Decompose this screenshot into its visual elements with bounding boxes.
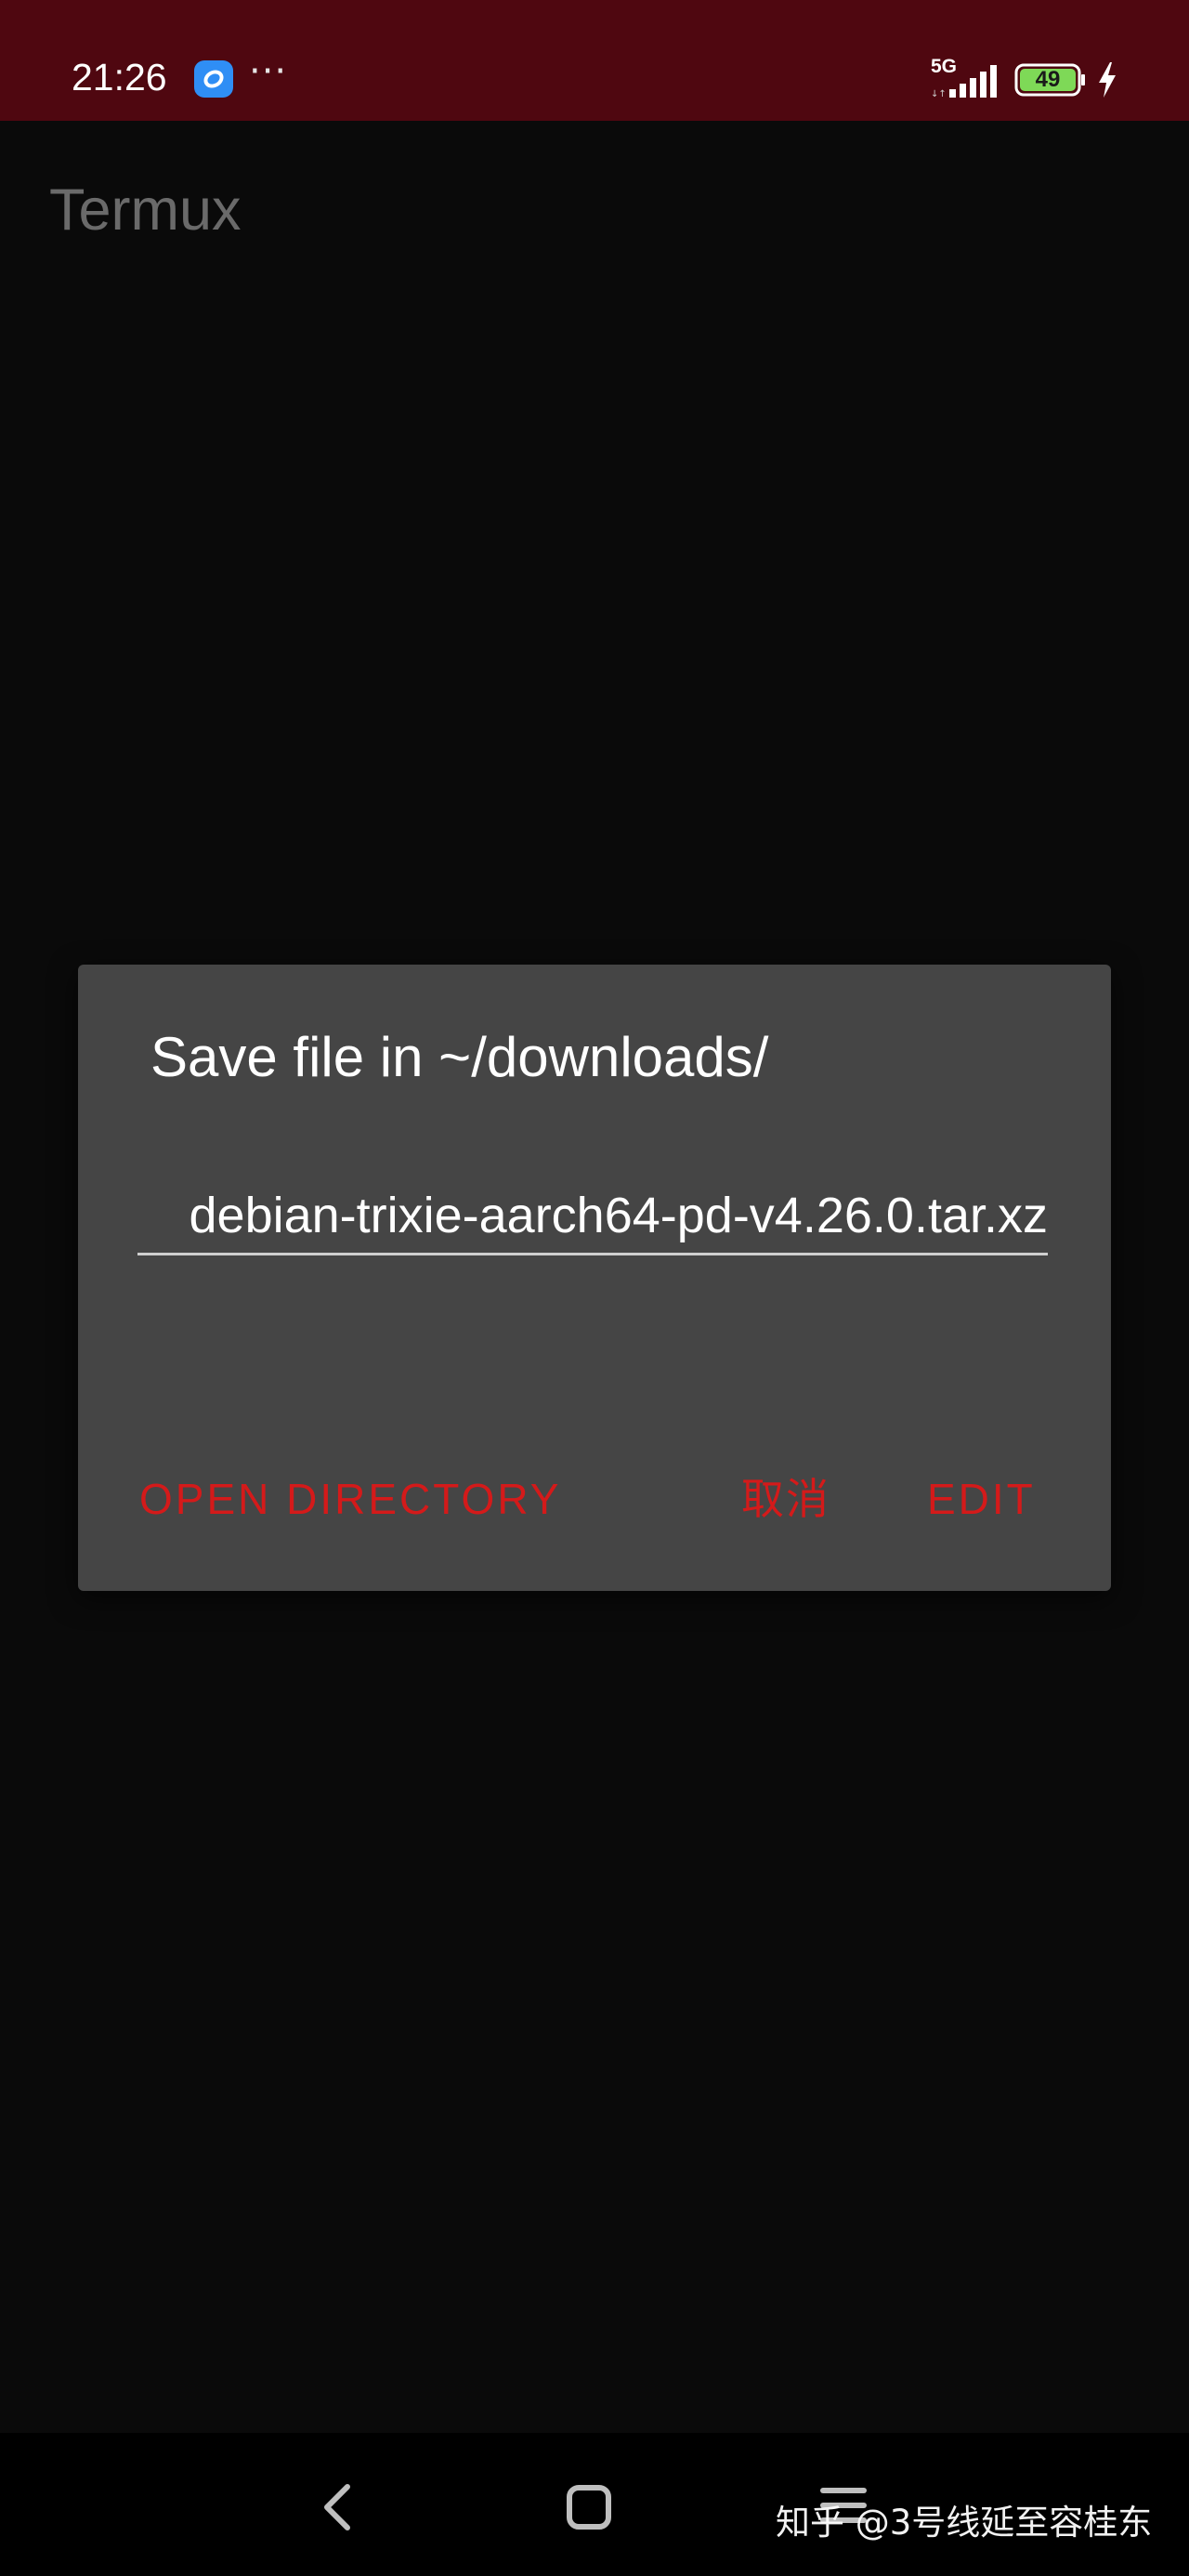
filename-input[interactable]: [137, 1178, 1048, 1255]
browser-app-icon: [194, 60, 233, 98]
status-time: 21:26: [72, 56, 167, 99]
charging-bolt-icon: [1099, 62, 1116, 98]
termux-screen: 21:26 ··· 5G ↓↑ 49 Termux Save file in ~…: [0, 0, 1189, 2576]
svg-text:↓↑: ↓↑: [931, 89, 947, 99]
save-file-dialog: Save file in ~/downloads/ OPEN DIRECTORY…: [78, 965, 1111, 1591]
home-square-icon[interactable]: [565, 2483, 613, 2531]
more-notifications-icon: ···: [249, 50, 288, 93]
app-title: Termux: [49, 177, 242, 243]
status-bar: 21:26 ··· 5G ↓↑ 49: [0, 0, 1189, 121]
watermark-text: 知乎 @3号线延至容桂东: [776, 2503, 1153, 2543]
open-directory-button[interactable]: OPEN DIRECTORY: [139, 1466, 561, 1531]
back-chevron-icon[interactable]: [316, 2481, 362, 2533]
cancel-button[interactable]: 取消: [741, 1466, 830, 1531]
dialog-title: Save file in ~/downloads/: [150, 1026, 769, 1088]
battery-level: 49: [1035, 67, 1061, 92]
signal-bars-icon: ↓↑: [931, 65, 997, 99]
edit-button[interactable]: EDIT: [927, 1466, 1036, 1531]
